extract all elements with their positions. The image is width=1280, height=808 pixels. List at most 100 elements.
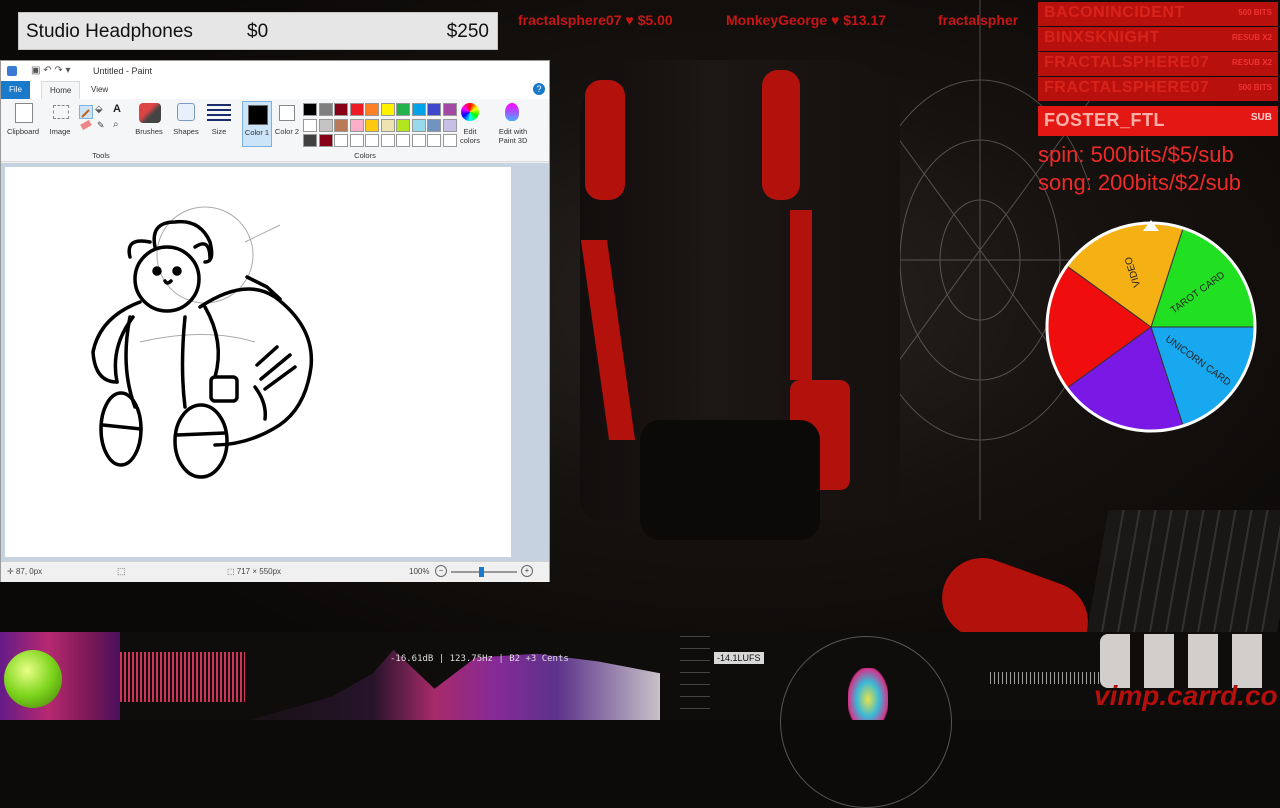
color-swatch[interactable]	[380, 118, 395, 132]
canvas-size: ⬚ 717 × 550px	[227, 567, 282, 576]
event-row: FRACTALSPHERE07 RESUB X2	[1038, 52, 1278, 76]
size-button[interactable]: Size	[205, 127, 233, 136]
colors-group-label: Colors	[354, 151, 376, 160]
size-icon[interactable]	[207, 104, 231, 122]
color-swatch[interactable]	[396, 103, 410, 116]
color-swatch[interactable]	[365, 103, 379, 116]
zoom-slider[interactable]	[451, 567, 517, 577]
color-swatch[interactable]	[380, 103, 395, 116]
drawing-canvas[interactable]	[5, 167, 511, 557]
paint-app-icon	[7, 66, 17, 76]
color-swatch[interactable]	[349, 134, 364, 147]
tab-view[interactable]: View	[83, 81, 116, 99]
help-icon[interactable]: ?	[533, 83, 545, 95]
quick-access-toolbar[interactable]: ▣ ↶ ↷ ▾	[31, 65, 71, 76]
color-swatch[interactable]	[411, 103, 426, 116]
brush-icon[interactable]	[139, 103, 161, 123]
canvas-area	[1, 163, 549, 561]
clipboard-button[interactable]: Clipboard	[3, 127, 43, 136]
select-icon[interactable]	[53, 105, 69, 119]
shapes-button[interactable]: Shapes	[169, 127, 203, 136]
event-row: BINXSKNIGHT RESUB X2	[1038, 27, 1278, 51]
color1-swatch	[248, 105, 268, 125]
ribbon-tabs: File Home View ?	[1, 81, 549, 100]
tools-group-label: Tools	[92, 151, 110, 160]
color-swatch[interactable]	[349, 118, 364, 132]
edit-colors-button[interactable]: Edit colors	[453, 127, 487, 145]
color-swatch[interactable]	[318, 134, 333, 147]
zoom-in-button[interactable]: +	[521, 565, 533, 577]
event-row: FRACTALSPHERE07 500 BITS	[1038, 77, 1278, 101]
color-swatch[interactable]	[365, 118, 379, 132]
color-swatch[interactable]	[396, 134, 410, 147]
channel-url: vimp.carrd.co	[1094, 680, 1278, 711]
ribbon: Clipboard Image ⬙ A ✎ ⌕ Tools Brushes Sh…	[1, 99, 549, 162]
color-swatch[interactable]	[411, 118, 426, 132]
goal-item-label: Studio Headphones	[26, 21, 193, 42]
chair-red-panel-right	[762, 70, 800, 200]
title-bar: ▣ ↶ ↷ ▾ Untitled - Paint	[1, 61, 549, 81]
zoom-level: 100%	[409, 567, 430, 576]
color-swatch[interactable]	[427, 103, 441, 116]
doodle-drawing	[91, 206, 314, 479]
vectorscope	[780, 636, 952, 808]
cursor-position: ✛ 87, 0px	[7, 567, 43, 576]
color-swatch[interactable]	[380, 134, 395, 147]
color1-selector[interactable]: Color 1	[242, 101, 272, 147]
color-swatch[interactable]	[427, 118, 441, 132]
color-swatch[interactable]	[318, 103, 333, 116]
shapes-icon[interactable]	[177, 103, 195, 121]
color-swatch[interactable]	[303, 134, 317, 147]
ticker-item: fractalsphere07 ♥ $5.00	[518, 12, 673, 28]
color-swatch[interactable]	[334, 103, 348, 116]
color-swatch[interactable]	[411, 134, 426, 147]
event-row: BACONINCIDENT 500 BITS	[1038, 2, 1278, 26]
chair-red-panel-left	[585, 80, 625, 200]
magnifier-icon[interactable]: ⌕	[113, 119, 119, 130]
color-swatch[interactable]	[349, 103, 364, 116]
tab-file[interactable]: File	[1, 81, 30, 99]
color1-label: Color 1	[244, 128, 270, 137]
window-title: Untitled - Paint	[93, 66, 153, 76]
eraser-icon[interactable]	[80, 119, 92, 131]
color-swatch[interactable]	[318, 118, 333, 132]
paint-window: ▣ ↶ ↷ ▾ Untitled - Paint File Home View …	[0, 60, 550, 582]
chair-red-stripe-right	[790, 210, 812, 380]
spectrum-readout: -16.61dB | 123.75Hz | B2 +3 Cents	[390, 654, 569, 664]
color-swatch[interactable]	[334, 118, 348, 132]
color-swatch[interactable]	[442, 103, 457, 116]
lufs-readout: -14.1LUFS	[714, 652, 764, 664]
spin-price-text: spin: 500bits/$5/sub	[1038, 142, 1234, 167]
clipboard-icon[interactable]	[15, 103, 33, 123]
color-swatch[interactable]	[303, 103, 317, 116]
color2-swatch[interactable]	[279, 105, 295, 121]
color-swatch[interactable]	[334, 134, 348, 147]
edit-paint3d-button[interactable]: Edit with Paint 3D	[491, 127, 535, 145]
donation-goal-bar: Studio Headphones $0 $250	[18, 12, 498, 50]
edit-colors-icon[interactable]	[461, 103, 479, 121]
ticker-item: fractalspher	[938, 12, 1019, 28]
text-icon[interactable]: A	[113, 103, 121, 115]
pencil-icon[interactable]	[79, 105, 93, 119]
brushes-button[interactable]: Brushes	[131, 127, 167, 136]
goal-current-amount: $0	[247, 21, 269, 42]
paint3d-icon[interactable]	[505, 103, 519, 121]
color-swatch[interactable]	[365, 134, 379, 147]
color-picker-icon[interactable]: ✎	[97, 120, 105, 131]
color-palette	[303, 103, 463, 151]
waveform-panel	[120, 652, 245, 702]
tab-home[interactable]: Home	[41, 81, 81, 100]
chair-seat	[640, 420, 820, 540]
status-bar: ✛ 87, 0px ⬚ ⬚ 717 × 550px 100% − +	[1, 561, 549, 582]
color-swatch[interactable]	[396, 118, 410, 132]
level-orb	[4, 650, 62, 708]
song-price-text: song: 200bits/$2/sub	[1038, 170, 1242, 195]
image-button[interactable]: Image	[45, 127, 75, 136]
color-swatch[interactable]	[303, 118, 317, 132]
fill-icon[interactable]: ⬙	[95, 104, 103, 115]
zoom-out-button[interactable]: −	[435, 565, 447, 577]
level-meter	[680, 636, 710, 720]
color-swatch[interactable]	[427, 134, 441, 147]
audio-visualizer: -16.61dB | 123.75Hz | B2 +3 Cents -14.1L…	[0, 632, 1280, 808]
zoom-slider-thumb[interactable]	[479, 567, 484, 577]
